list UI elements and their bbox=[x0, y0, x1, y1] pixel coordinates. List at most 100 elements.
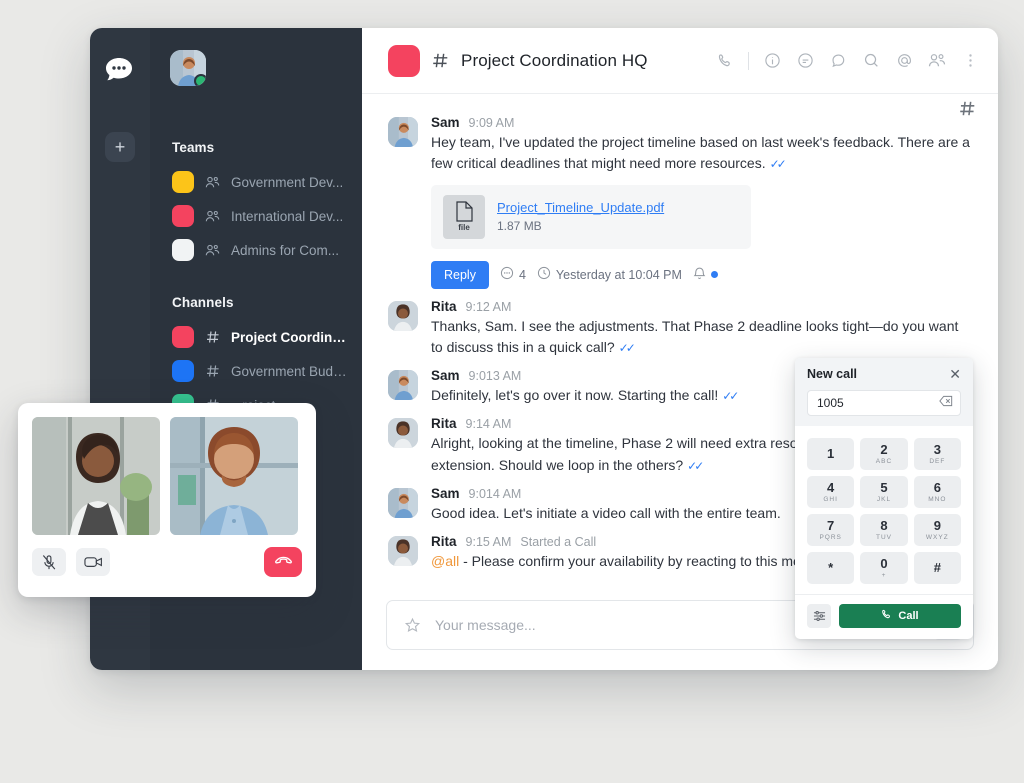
file-thumbnail-icon: file bbox=[443, 194, 485, 239]
members-icon[interactable] bbox=[927, 51, 947, 71]
clock-icon bbox=[537, 266, 551, 283]
microphone-muted-icon[interactable] bbox=[32, 548, 66, 576]
dialpad-key-number: 1 bbox=[827, 445, 835, 461]
dialpad-key-9[interactable]: 9 WXYZ bbox=[913, 514, 961, 546]
avatar[interactable] bbox=[388, 418, 418, 449]
notification-status[interactable] bbox=[693, 266, 718, 283]
message-author: Rita bbox=[431, 298, 457, 314]
dialpad-key-letters: ABC bbox=[875, 457, 893, 465]
message-text-content: Thanks, Sam. I see the adjustments. That… bbox=[431, 317, 959, 355]
video-call-overlay bbox=[18, 403, 316, 597]
add-workspace-button[interactable]: + bbox=[105, 132, 135, 162]
sidebar-team-label: Government Dev... bbox=[231, 174, 344, 190]
dialpad-key-number: 8 bbox=[880, 518, 888, 534]
message-item: Sam 9:09 AM Hey team, I've updated the p… bbox=[388, 108, 972, 292]
dialpad-key-7[interactable]: 7 PQRS bbox=[807, 514, 855, 546]
reply-button[interactable]: Reply bbox=[431, 260, 489, 289]
message-timestamp: 9:09 AM bbox=[468, 116, 515, 130]
dialpad-key-4[interactable]: 4 GHI bbox=[807, 476, 855, 508]
team-people-icon bbox=[204, 176, 221, 189]
sidebar-channel-project-coordination[interactable]: Project Coordination bbox=[150, 320, 362, 354]
participant-video-2[interactable] bbox=[170, 417, 298, 535]
message-input[interactable]: Your message... bbox=[435, 617, 853, 633]
dialpad-title: New call bbox=[807, 367, 858, 381]
dialpad-key-number: 6 bbox=[933, 480, 941, 496]
message-timestamp: 9:013 AM bbox=[468, 369, 522, 384]
file-size-label: 1.87 MB bbox=[497, 219, 542, 234]
sidebar-team-government-dev[interactable]: Government Dev... bbox=[150, 165, 362, 199]
team-color-swatch bbox=[172, 205, 194, 227]
replies-count[interactable]: 4 bbox=[500, 266, 526, 283]
last-reply-label: Yesterday at 10:04 PM bbox=[555, 267, 682, 282]
avatar[interactable] bbox=[388, 536, 418, 567]
channels-heading: Channels bbox=[172, 295, 234, 310]
dialpad-key-5[interactable]: 5 JKL bbox=[860, 476, 908, 508]
last-reply-time: Yesterday at 10:04 PM bbox=[537, 266, 682, 283]
call-button[interactable]: Call bbox=[839, 604, 961, 628]
threads-icon[interactable] bbox=[828, 51, 848, 71]
kebab-menu-icon[interactable] bbox=[960, 51, 980, 71]
mentions-at-icon[interactable] bbox=[894, 51, 914, 71]
message-timestamp: 9:014 AM bbox=[468, 486, 522, 501]
message-system-label: Started a Call bbox=[520, 535, 597, 550]
hash-icon bbox=[204, 330, 221, 344]
message-text: Thanks, Sam. I see the adjustments. That… bbox=[431, 316, 972, 359]
sidebar-channel-label: Government Budget bbox=[231, 363, 350, 379]
message-text-content: - Please confirm your availability by re… bbox=[459, 553, 843, 570]
file-name-link[interactable]: Project_Timeline_Update.pdf bbox=[497, 200, 664, 215]
sidebar-channel-government-budget[interactable]: Government Budget bbox=[150, 354, 362, 388]
phone-icon[interactable] bbox=[715, 51, 735, 71]
search-icon[interactable] bbox=[861, 51, 881, 71]
message-thread-actions: Reply 4 Yesterday at 10:04 PM bbox=[431, 260, 972, 289]
dialpad-key-letters: GHI bbox=[823, 495, 838, 503]
dialpad-key-8[interactable]: 8 TUV bbox=[860, 514, 908, 546]
avatar[interactable] bbox=[388, 370, 418, 401]
sidebar-team-admins-for-com[interactable]: Admins for Com... bbox=[150, 233, 362, 267]
dialpad-key-6[interactable]: 6 MNO bbox=[913, 476, 961, 508]
team-people-icon bbox=[204, 210, 221, 223]
end-call-button[interactable] bbox=[264, 547, 302, 577]
avatar[interactable] bbox=[388, 487, 418, 518]
close-icon[interactable]: ✕ bbox=[949, 367, 961, 381]
dialpad-key-star[interactable]: * bbox=[807, 552, 855, 584]
mention-all[interactable]: @all bbox=[431, 553, 459, 569]
dialpad-number-input[interactable]: 1005 bbox=[807, 390, 961, 416]
dialpad-key-number: 2 bbox=[880, 442, 888, 458]
dialpad-key-0[interactable]: 0 + bbox=[860, 552, 908, 584]
camera-icon[interactable] bbox=[76, 548, 110, 576]
read-receipt-icon: ✓✓ bbox=[769, 157, 787, 172]
star-icon[interactable] bbox=[401, 614, 423, 636]
avatar[interactable] bbox=[388, 117, 418, 147]
replies-count-label: 4 bbox=[518, 267, 526, 282]
sliders-icon[interactable] bbox=[807, 604, 831, 628]
info-circle-icon[interactable] bbox=[762, 51, 782, 71]
message-timestamp: 9:12 AM bbox=[465, 299, 512, 314]
dialpad-key-3[interactable]: 3 DEF bbox=[913, 438, 961, 470]
sidebar-user-avatar[interactable] bbox=[170, 50, 206, 86]
dialpad-key-hash[interactable]: # bbox=[913, 552, 961, 584]
message-author: Sam bbox=[431, 485, 460, 501]
message-body: Rita 9:12 AM Thanks, Sam. I see the adju… bbox=[431, 299, 972, 359]
dialpad-key-number: 5 bbox=[880, 480, 888, 496]
dialpad-key-letters: + bbox=[881, 571, 887, 579]
hash-icon bbox=[959, 100, 976, 122]
dialpad-key-1[interactable]: 1 bbox=[807, 438, 855, 470]
sidebar-team-international-dev[interactable]: International Dev... bbox=[150, 199, 362, 233]
dialpad-keys: 1 2 ABC 3 DEF 4 GHI 5 JKL 6 MNO 7 PQRS 8… bbox=[795, 426, 973, 594]
sidebar-team-label: Admins for Com... bbox=[231, 242, 340, 258]
message-meta: Rita 9:12 AM bbox=[431, 299, 972, 314]
dialpad-header: New call ✕ 1005 bbox=[795, 358, 973, 426]
call-button-label: Call bbox=[898, 610, 919, 622]
dialpad-key-number: 0 bbox=[880, 556, 888, 572]
bell-icon bbox=[693, 266, 706, 283]
dialpad-key-2[interactable]: 2 ABC bbox=[860, 438, 908, 470]
dialpad-key-letters: DEF bbox=[929, 457, 946, 465]
teams-heading: Teams bbox=[172, 140, 215, 155]
dialpad-key-number: * bbox=[828, 559, 834, 575]
participant-video-1[interactable] bbox=[32, 417, 160, 535]
discussion-icon[interactable] bbox=[795, 51, 815, 71]
avatar[interactable] bbox=[388, 300, 418, 331]
backspace-icon[interactable] bbox=[939, 394, 953, 412]
file-attachment[interactable]: file Project_Timeline_Update.pdf 1.87 MB bbox=[431, 184, 751, 249]
video-call-controls bbox=[32, 547, 302, 577]
